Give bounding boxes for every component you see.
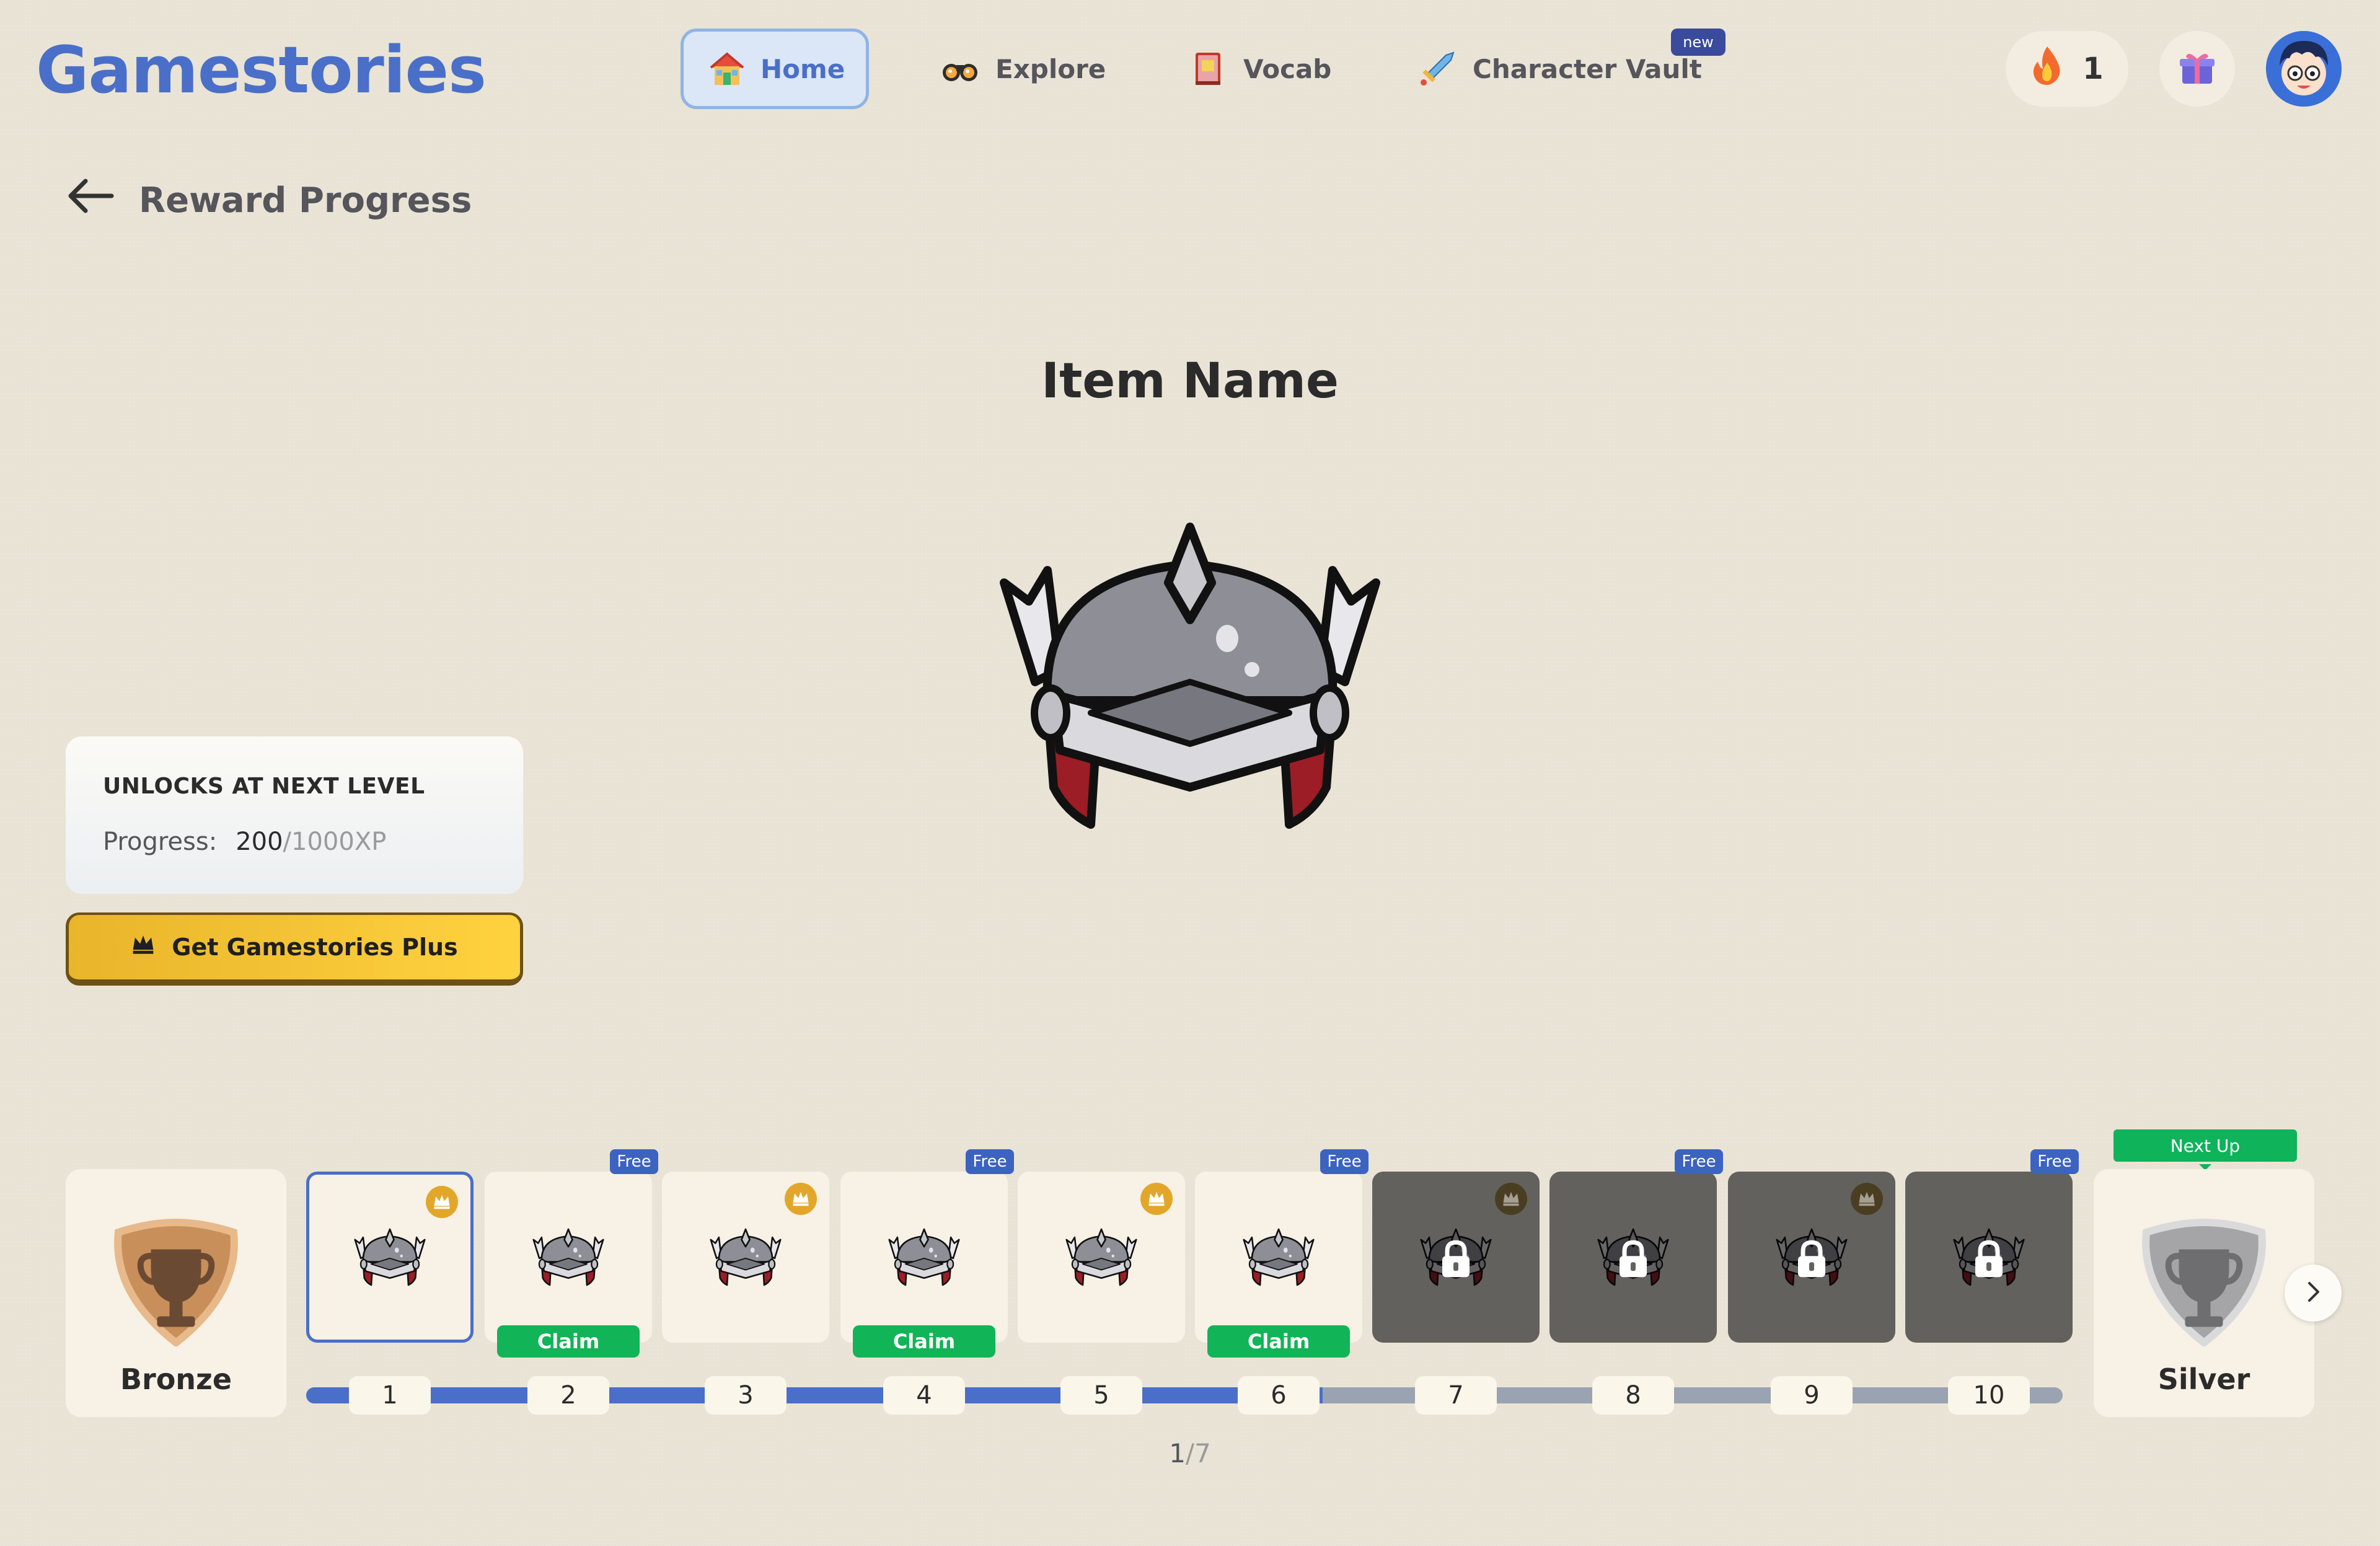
pager-separator: / bbox=[1185, 1438, 1195, 1469]
tier-silver-label: Silver bbox=[2157, 1363, 2250, 1396]
reward-slot-6[interactable]: Free Claim bbox=[1195, 1149, 1368, 1358]
claim-button[interactable]: Claim bbox=[853, 1325, 995, 1358]
nav-vocab-label: Vocab bbox=[1243, 53, 1332, 84]
book-icon bbox=[1186, 47, 1230, 91]
premium-crown-icon bbox=[1140, 1183, 1173, 1215]
helmet-icon bbox=[1243, 1228, 1315, 1286]
get-plus-label: Get Gamestories Plus bbox=[172, 934, 458, 961]
level-marker-10: 10 bbox=[1948, 1376, 2030, 1415]
page-title: Reward Progress bbox=[139, 180, 472, 221]
level-marker-5: 5 bbox=[1060, 1376, 1142, 1415]
user-avatar[interactable] bbox=[2266, 31, 2342, 107]
tier-silver: Silver bbox=[2094, 1169, 2314, 1417]
helmet-icon bbox=[532, 1228, 604, 1286]
free-tag: Free bbox=[2030, 1149, 2079, 1174]
level-marker-3: 3 bbox=[705, 1376, 787, 1415]
nav-home[interactable]: Home bbox=[681, 29, 869, 109]
reward-slot-1[interactable] bbox=[306, 1172, 474, 1343]
free-tag: Free bbox=[1320, 1149, 1368, 1174]
helmet-icon bbox=[888, 1228, 960, 1286]
level-marker-2: 2 bbox=[527, 1376, 609, 1415]
new-badge: new bbox=[1671, 29, 1726, 56]
item-name: Item Name bbox=[1041, 353, 1339, 409]
sword-icon bbox=[1416, 47, 1459, 91]
pager-current: 1 bbox=[1169, 1438, 1186, 1469]
unlock-progress: Progress: 200/1000XP bbox=[103, 828, 486, 856]
progress-current: 200 bbox=[236, 828, 283, 856]
app-logo[interactable]: Gamestories bbox=[36, 32, 487, 108]
free-tag: Free bbox=[966, 1149, 1014, 1174]
reward-slot-5[interactable] bbox=[1018, 1172, 1185, 1343]
nav-explore-label: Explore bbox=[995, 53, 1106, 84]
premium-crown-icon bbox=[426, 1186, 458, 1218]
tier-bronze-label: Bronze bbox=[120, 1363, 232, 1396]
level-marker-1: 1 bbox=[349, 1376, 431, 1415]
helmet-icon bbox=[354, 1228, 426, 1286]
lock-icon bbox=[1973, 1240, 2005, 1281]
reward-slot-7[interactable] bbox=[1372, 1172, 1540, 1343]
gift-icon bbox=[2179, 49, 2216, 89]
binoculars-icon bbox=[938, 47, 982, 91]
avatar-icon bbox=[2266, 31, 2342, 107]
reward-slot-8[interactable]: Free bbox=[1549, 1149, 1723, 1343]
reward-slot-4[interactable]: Free Claim bbox=[840, 1149, 1014, 1358]
helmet-icon bbox=[710, 1228, 782, 1286]
gift-button[interactable] bbox=[2159, 31, 2235, 107]
lock-icon bbox=[1617, 1240, 1649, 1281]
nav-character-vault-label: Character Vault bbox=[1473, 53, 1702, 84]
tier-bronze: Bronze bbox=[66, 1169, 286, 1417]
reward-slot-2[interactable]: Free Claim bbox=[485, 1149, 658, 1358]
claim-button[interactable]: Claim bbox=[1207, 1325, 1350, 1358]
arrow-left-icon bbox=[67, 177, 114, 223]
bronze-trophy-shield-icon bbox=[114, 1219, 238, 1346]
pager-total: 7 bbox=[1194, 1438, 1211, 1469]
level-marker-9: 9 bbox=[1771, 1376, 1853, 1415]
reward-slot-3[interactable] bbox=[662, 1172, 829, 1343]
streak-counter[interactable]: 1 bbox=[2006, 31, 2128, 107]
nav-vocab[interactable]: Vocab bbox=[1163, 29, 1355, 109]
next-page-button[interactable] bbox=[2285, 1265, 2342, 1322]
flame-icon bbox=[2030, 45, 2064, 92]
next-up-tag: Next Up bbox=[2113, 1129, 2297, 1170]
progress-track-fill bbox=[306, 1387, 1323, 1403]
reward-slot-9[interactable] bbox=[1728, 1172, 1895, 1343]
reward-slot-10[interactable]: Free bbox=[1905, 1149, 2079, 1343]
premium-crown-icon bbox=[785, 1183, 817, 1215]
silver-trophy-shield-icon bbox=[2142, 1219, 2266, 1346]
nav-explore[interactable]: Explore bbox=[915, 29, 1129, 109]
progress-label: Progress: bbox=[103, 828, 218, 856]
level-marker-8: 8 bbox=[1592, 1376, 1674, 1415]
premium-crown-icon bbox=[1851, 1183, 1883, 1215]
pager: 1/7 bbox=[0, 1438, 2380, 1469]
back-button[interactable]: Reward Progress bbox=[67, 177, 472, 223]
lock-icon bbox=[1796, 1240, 1828, 1281]
nav-home-label: Home bbox=[760, 53, 845, 84]
unlock-info-card: UNLOCKS AT NEXT LEVEL Progress: 200/1000… bbox=[66, 736, 523, 894]
helmet-icon bbox=[992, 490, 1388, 862]
helmet-icon bbox=[1065, 1228, 1137, 1286]
house-icon bbox=[707, 47, 747, 91]
unlock-title: UNLOCKS AT NEXT LEVEL bbox=[103, 774, 425, 799]
progress-total: /1000XP bbox=[283, 828, 387, 856]
get-plus-button[interactable]: Get Gamestories Plus bbox=[66, 912, 523, 986]
level-marker-6: 6 bbox=[1238, 1376, 1320, 1415]
level-marker-4: 4 bbox=[883, 1376, 965, 1415]
crown-icon bbox=[131, 934, 156, 961]
free-tag: Free bbox=[1675, 1149, 1723, 1174]
premium-crown-icon bbox=[1495, 1183, 1527, 1215]
level-marker-7: 7 bbox=[1415, 1376, 1497, 1415]
lock-icon bbox=[1440, 1240, 1472, 1281]
streak-count: 1 bbox=[2082, 51, 2104, 86]
free-tag: Free bbox=[610, 1149, 658, 1174]
claim-button[interactable]: Claim bbox=[497, 1325, 640, 1358]
chevron-right-icon bbox=[2301, 1279, 2325, 1307]
